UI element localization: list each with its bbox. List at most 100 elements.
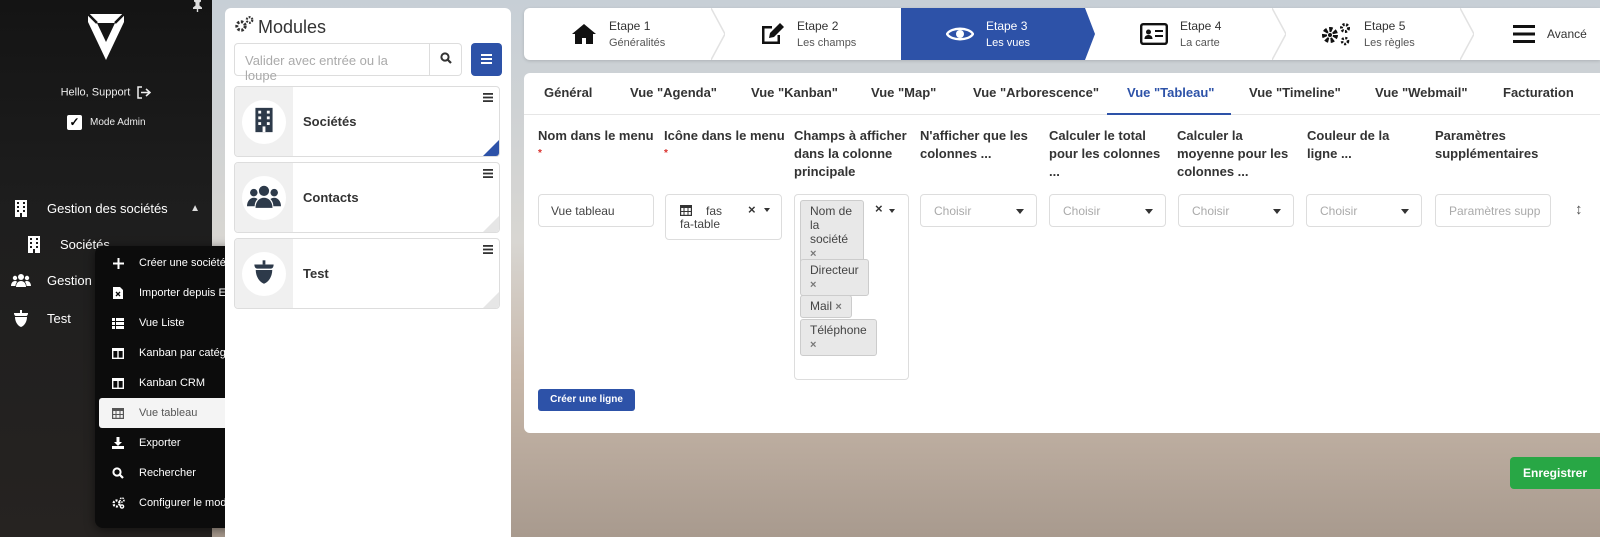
checkbox-icon[interactable]: ✓: [67, 115, 82, 130]
input-placeholder: Paramètres supp: [1449, 204, 1541, 218]
module-search-input[interactable]: Valider avec entrée ou la loupe: [234, 43, 430, 83]
module-name: Contacts: [303, 190, 359, 205]
bars-icon: [481, 52, 492, 67]
step-3[interactable]: Etape 3 Les vues: [901, 8, 1085, 60]
module-menu-icon[interactable]: [483, 166, 493, 181]
caret-down-icon[interactable]: [889, 209, 895, 213]
excel-icon: [111, 287, 125, 299]
menu-item-label: Vue Liste: [139, 317, 185, 329]
col-header-average: Calculer la moyenne pour les colonnes ..…: [1177, 128, 1289, 179]
clear-icon[interactable]: ×: [875, 201, 883, 216]
tab-timeline[interactable]: Vue "Timeline": [1249, 85, 1341, 100]
tab-arborescence[interactable]: Vue "Arborescence": [973, 85, 1099, 100]
step-5[interactable]: Etape 5 Les règles: [1275, 8, 1460, 60]
pin-icon[interactable]: [192, 0, 203, 15]
sidebar-item-label: Gestion des sociétés: [47, 200, 168, 216]
chevron-up-icon[interactable]: ▲: [190, 203, 200, 214]
col-header-main-fields: Champs à afficher dans la colonne princi…: [794, 128, 907, 179]
drag-handle-icon[interactable]: ↕: [1575, 201, 1583, 218]
module-icon-circle: [242, 251, 286, 296]
select-placeholder: Choisir: [934, 204, 972, 218]
users-icon: [247, 184, 281, 211]
search-icon: [439, 52, 452, 67]
col-header-name: Nom dans le menu *: [538, 127, 658, 163]
selected-tag[interactable]: Nom de la société ×: [800, 200, 864, 265]
name-input[interactable]: Vue tableau: [538, 194, 654, 227]
only-columns-select[interactable]: Choisir: [920, 194, 1037, 227]
modules-menu-button[interactable]: [471, 43, 502, 76]
tag-label: Téléphone: [810, 323, 867, 337]
save-button[interactable]: Enregistrer: [1510, 457, 1600, 489]
module-menu-icon[interactable]: [483, 90, 493, 105]
icon-select[interactable]: fas fa-table ×: [665, 194, 782, 240]
total-select[interactable]: Choisir: [1049, 194, 1166, 227]
selected-tag[interactable]: Mail ×: [800, 295, 852, 318]
module-card-societes[interactable]: Sociétés: [234, 86, 500, 157]
download-icon: [111, 437, 125, 449]
remove-tag-icon[interactable]: ×: [835, 301, 841, 313]
gears-icon: [111, 497, 125, 509]
col-header-extra: Paramètres supplémentaires: [1435, 128, 1539, 161]
col-header-text: Icône dans le menu: [664, 128, 785, 143]
plus-icon: [111, 257, 125, 269]
acorn-icon: [11, 309, 31, 327]
module-card-contacts[interactable]: Contacts: [234, 162, 500, 233]
admin-mode-toggle[interactable]: ✓ Mode Admin: [67, 115, 146, 130]
select-placeholder: Choisir: [1192, 204, 1230, 218]
tab-agenda[interactable]: Vue "Agenda": [630, 85, 717, 100]
clear-icon[interactable]: ×: [748, 202, 756, 217]
selected-tag[interactable]: Directeur ×: [800, 259, 869, 296]
required-marker: *: [664, 148, 668, 159]
menu-item-label: Vue tableau: [139, 407, 198, 419]
gears-icon: [1320, 22, 1352, 46]
view-tabs: Général Vue "Agenda" Vue "Kanban" Vue "M…: [524, 73, 1600, 115]
col-header-text: Nom dans le menu: [538, 128, 654, 143]
step-2[interactable]: Etape 2 Les champs: [714, 8, 901, 60]
modules-title-text: Modules: [258, 16, 327, 37]
building-icon: [11, 199, 31, 217]
tab-facturation[interactable]: Facturation: [1503, 85, 1574, 100]
row-color-select[interactable]: Choisir: [1306, 194, 1422, 227]
acorn-icon: [253, 260, 275, 287]
step-title: Etape 4: [1180, 19, 1222, 33]
card-corner: [483, 292, 499, 308]
select-placeholder: Choisir: [1320, 204, 1358, 218]
caret-down-icon: [1401, 209, 1409, 214]
selected-tag[interactable]: Téléphone ×: [800, 319, 877, 356]
tab-map[interactable]: Vue "Map": [871, 85, 936, 100]
create-row-button[interactable]: Créer une ligne: [538, 389, 635, 411]
caret-down-icon[interactable]: [764, 208, 770, 212]
col-header-only-columns: N'afficher que les colonnes ...: [920, 128, 1028, 161]
caret-down-icon: [1145, 209, 1153, 214]
edit-icon: [759, 22, 785, 46]
admin-mode-label: Mode Admin: [90, 117, 146, 128]
module-card-test[interactable]: Test: [234, 238, 500, 309]
active-tab-indicator: [1107, 113, 1231, 115]
logout-icon[interactable]: [133, 86, 152, 99]
menu-item-label: Créer une société: [139, 257, 226, 269]
search-button[interactable]: [430, 43, 462, 76]
table-icon: [111, 407, 125, 419]
module-icon-circle: [242, 99, 286, 144]
col-header-icon: Icône dans le menu *: [664, 127, 786, 163]
menu-item-label: Rechercher: [139, 467, 196, 479]
extra-params-input[interactable]: Paramètres supp: [1435, 194, 1551, 227]
search-icon: [111, 467, 125, 479]
step-advanced[interactable]: Avancé: [1463, 8, 1600, 60]
modules-title: Modules: [234, 16, 326, 38]
tab-webmail[interactable]: Vue "Webmail": [1375, 85, 1468, 100]
step-4[interactable]: Etape 4 La carte: [1095, 8, 1272, 60]
step-title: Etape 5: [1364, 19, 1406, 33]
tab-general[interactable]: Général: [544, 85, 592, 100]
tab-kanban[interactable]: Vue "Kanban": [751, 85, 838, 100]
sidebar-item-gestion-societes[interactable]: Gestion des sociétés ▲: [0, 193, 212, 223]
main-fields-select[interactable]: Nom de la société × Directeur × Mail × Tél…: [794, 194, 909, 380]
columns-icon: [111, 347, 125, 359]
step-1[interactable]: Etape 1 Généralités: [524, 8, 711, 60]
average-select[interactable]: Choisir: [1178, 194, 1294, 227]
module-menu-icon[interactable]: [483, 242, 493, 257]
logo-icon[interactable]: [84, 10, 128, 62]
remove-tag-icon[interactable]: ×: [810, 279, 816, 291]
tab-tableau[interactable]: Vue "Tableau": [1127, 85, 1214, 100]
remove-tag-icon[interactable]: ×: [810, 339, 816, 351]
